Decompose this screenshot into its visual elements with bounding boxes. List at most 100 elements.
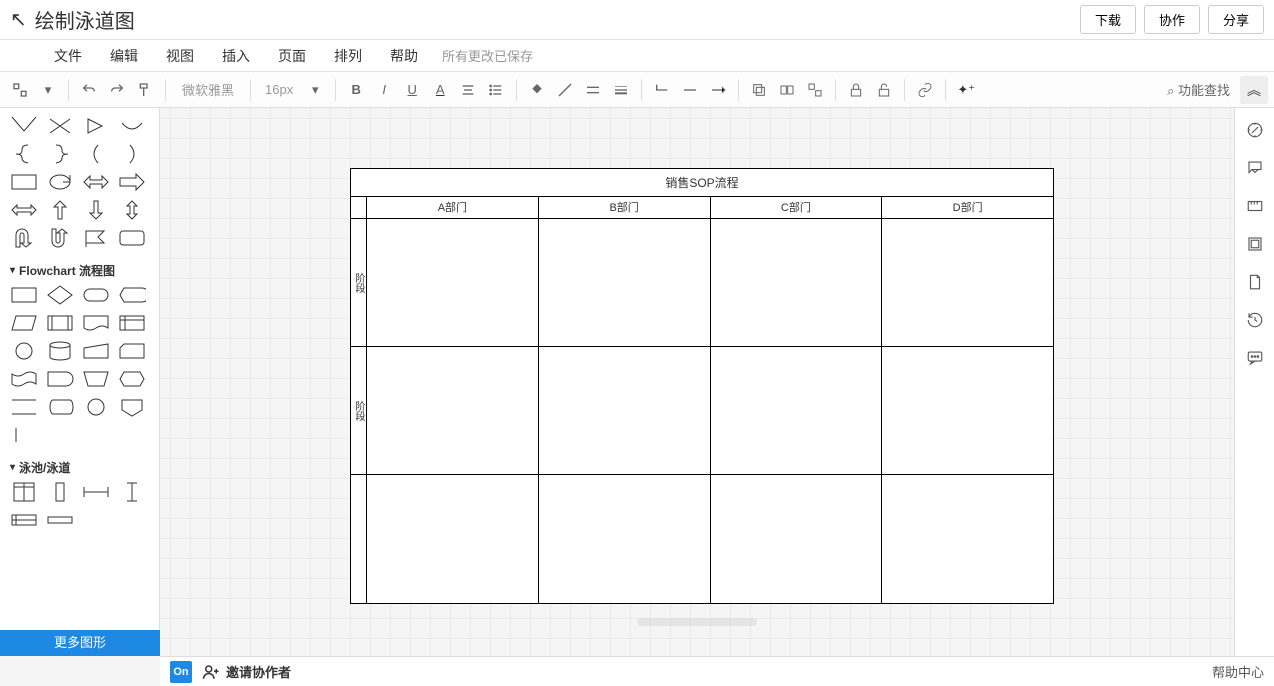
swimlane-cell[interactable] (539, 475, 711, 603)
font-size-dropdown-icon[interactable]: ▾ (301, 76, 329, 104)
font-family-select[interactable]: 微软雅黑 (172, 80, 244, 99)
shape-fc-decision[interactable] (44, 283, 76, 307)
shape-lane-sep-horiz[interactable] (80, 480, 112, 504)
shape-flag[interactable] (80, 226, 112, 250)
swimlane-cell[interactable] (711, 219, 883, 346)
shape-fc-delay[interactable] (44, 367, 76, 391)
shape-brace-right[interactable] (44, 142, 76, 166)
shape-fc-predefined[interactable] (44, 311, 76, 335)
fill-color-icon[interactable] (523, 76, 551, 104)
shape-fc-stored[interactable] (44, 395, 76, 419)
invite-collaborator[interactable]: 邀请协作者 (202, 662, 291, 681)
zoom-fit-icon[interactable] (6, 76, 34, 104)
shape-uturn-up[interactable] (44, 226, 76, 250)
menu-view[interactable]: 视图 (152, 40, 208, 72)
align-objects-icon[interactable] (773, 76, 801, 104)
swimlane-row-1-label[interactable]: 阶段 (351, 219, 367, 346)
menu-file[interactable]: 文件 (40, 40, 96, 72)
shape-arrow-bidir-vert[interactable] (116, 198, 148, 222)
link-icon[interactable] (911, 76, 939, 104)
line-start-icon[interactable] (676, 76, 704, 104)
shape-lane-sep-vert[interactable] (116, 480, 148, 504)
horizontal-scrollbar[interactable] (637, 618, 757, 626)
swimlane-row-2-label[interactable]: 阶段 (351, 347, 367, 474)
section-flowchart[interactable]: Flowchart 流程图 (8, 254, 151, 283)
canvas[interactable]: 销售SOP流程 A部门 B部门 C部门 D部门 阶段 阶段 (160, 108, 1234, 656)
shape-lane-horiz[interactable] (44, 508, 76, 532)
swimlane-col-c[interactable]: C部门 (711, 197, 883, 218)
shape-triangle-right[interactable] (80, 114, 112, 138)
line-width-icon[interactable] (607, 76, 635, 104)
collaborate-button[interactable]: 协作 (1144, 5, 1200, 34)
shape-teardrop[interactable] (44, 170, 76, 194)
group-icon[interactable] (801, 76, 829, 104)
shape-fc-data[interactable] (8, 311, 40, 335)
swimlane-cell[interactable] (367, 347, 539, 474)
shape-arrow-down[interactable] (80, 198, 112, 222)
shape-fc-internal[interactable] (116, 311, 148, 335)
compass-icon[interactable] (1243, 118, 1267, 142)
line-color-icon[interactable] (551, 76, 579, 104)
function-search[interactable]: ⌕ 功能查找 (1167, 80, 1230, 99)
shape-roundrect[interactable] (116, 226, 148, 250)
shape-fc-bracket[interactable] (8, 423, 40, 447)
history-icon[interactable] (1243, 308, 1267, 332)
shape-fc-document[interactable] (80, 311, 112, 335)
swimlane-cell[interactable] (711, 347, 883, 474)
swimlane-row-3-label[interactable] (351, 475, 367, 603)
undo-icon[interactable] (75, 76, 103, 104)
swimlane-col-d[interactable]: D部门 (882, 197, 1053, 218)
swimlane-cell[interactable] (711, 475, 883, 603)
shape-arrow-bidir-horiz[interactable] (8, 198, 40, 222)
shape-arrow-up[interactable] (44, 198, 76, 222)
shape-fc-preparation[interactable] (116, 367, 148, 391)
layers-icon[interactable] (1243, 232, 1267, 256)
list-icon[interactable] (482, 76, 510, 104)
line-end-icon[interactable] (704, 76, 732, 104)
swimlane-diagram[interactable]: 销售SOP流程 A部门 B部门 C部门 D部门 阶段 阶段 (350, 168, 1054, 604)
shape-fc-display[interactable] (116, 283, 148, 307)
feedback-icon[interactable] (1243, 156, 1267, 180)
swimlane-col-a[interactable]: A部门 (367, 197, 539, 218)
section-pool[interactable]: 泳池/泳道 (8, 451, 151, 480)
bring-front-icon[interactable] (745, 76, 773, 104)
format-painter-icon[interactable] (131, 76, 159, 104)
page-icon[interactable] (1243, 270, 1267, 294)
underline-icon[interactable]: U (398, 76, 426, 104)
presence-badge[interactable]: On (170, 661, 192, 683)
shape-triangle-down[interactable] (8, 114, 40, 138)
menu-arrange[interactable]: 排列 (320, 40, 376, 72)
swimlane-title[interactable]: 销售SOP流程 (351, 169, 1053, 197)
italic-icon[interactable]: I (370, 76, 398, 104)
shape-fc-terminator[interactable] (80, 283, 112, 307)
shape-paren-right[interactable] (116, 142, 148, 166)
shape-fc-manual-op[interactable] (80, 367, 112, 391)
share-button[interactable]: 分享 (1208, 5, 1264, 34)
swimlane-cell[interactable] (367, 475, 539, 603)
font-size-select[interactable]: 16px (257, 82, 301, 97)
document-title[interactable]: 绘制泳道图 (35, 5, 135, 34)
shape-paren-left[interactable] (80, 142, 112, 166)
unlock-icon[interactable] (870, 76, 898, 104)
redo-icon[interactable] (103, 76, 131, 104)
shape-cross[interactable] (44, 114, 76, 138)
shape-fc-offpage[interactable] (116, 395, 148, 419)
more-shapes-button[interactable]: 更多图形 (0, 630, 160, 656)
collapse-toolbar-icon[interactable]: ︽ (1240, 76, 1268, 104)
zoom-dropdown-icon[interactable]: ▾ (34, 76, 62, 104)
magic-icon[interactable]: ✦⁺ (952, 76, 980, 104)
swimlane-cell[interactable] (882, 347, 1053, 474)
font-color-icon[interactable]: A (426, 76, 454, 104)
swimlane-cell[interactable] (882, 475, 1053, 603)
comment-icon[interactable] (1243, 346, 1267, 370)
shape-pool-horiz[interactable] (8, 508, 40, 532)
swimlane-cell[interactable] (539, 347, 711, 474)
menu-edit[interactable]: 编辑 (96, 40, 152, 72)
download-button[interactable]: 下载 (1080, 5, 1136, 34)
shape-fc-database[interactable] (44, 339, 76, 363)
shape-laugh[interactable] (116, 114, 148, 138)
shape-fc-or[interactable] (80, 395, 112, 419)
shape-arrow-right[interactable] (116, 170, 148, 194)
shape-fc-tape[interactable] (8, 367, 40, 391)
connector-type-icon[interactable] (648, 76, 676, 104)
